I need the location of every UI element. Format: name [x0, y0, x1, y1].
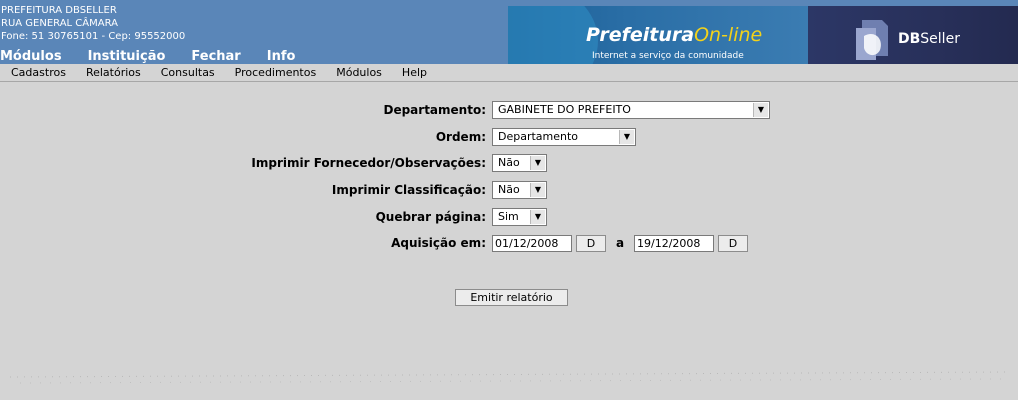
logo-db-rest: Seller	[920, 31, 960, 47]
prefeitura-online-banner: PrefeituraOn-line Internet a serviço da …	[508, 6, 808, 64]
ordem-value: Departamento	[498, 130, 579, 143]
row-imprimir-fornecedor: Imprimir Fornecedor/Observações: Não ▼	[0, 153, 547, 173]
decorative-dotted-line	[9, 371, 1011, 384]
emit-report-button[interactable]: Emitir relatório	[455, 288, 568, 306]
logo-tagline: Internet a serviço da comunidade	[592, 51, 744, 61]
menu-cadastros[interactable]: Cadastros	[11, 64, 66, 81]
logo-online-text: On-line	[694, 24, 763, 46]
row-emit: Emitir relatório	[455, 287, 568, 307]
logo-prefeitura-text: Prefeitura	[586, 24, 695, 46]
departamento-label: Departamento:	[383, 103, 486, 117]
menu-consultas[interactable]: Consultas	[161, 64, 215, 81]
imprimir-fornecedor-value: Não	[498, 156, 520, 169]
dbseller-banner: DBSeller	[808, 6, 1018, 64]
row-aquisicao: Aquisição em: 01/12/2008 D a 19/12/2008 …	[0, 233, 748, 253]
date-end-input[interactable]: 19/12/2008	[634, 234, 714, 252]
banner-swoosh	[508, 6, 598, 64]
row-departamento: Departamento: GABINETE DO PREFEITO ▼	[0, 100, 770, 120]
departamento-select[interactable]: GABINETE DO PREFEITO ▼	[492, 101, 770, 119]
sub-menu: Cadastros Relatórios Consultas Procedime…	[0, 64, 1018, 82]
top-menu-info[interactable]: Info	[267, 49, 296, 64]
app-header: PREFEITURA DBSELLER RUA GENERAL CÂMARA F…	[0, 0, 1018, 64]
quebrar-pagina-label: Quebrar página:	[375, 210, 486, 224]
menu-procedimentos[interactable]: Procedimentos	[235, 64, 317, 81]
prefeitura-online-logo: PrefeituraOn-line	[586, 24, 762, 46]
org-address: RUA GENERAL CÂMARA	[1, 18, 118, 29]
departamento-value: GABINETE DO PREFEITO	[498, 103, 631, 116]
org-contact: Fone: 51 30765101 - Cep: 95552000	[1, 31, 186, 42]
date-range-separator: a	[615, 236, 625, 250]
chevron-down-icon: ▼	[530, 156, 545, 170]
aquisicao-label: Aquisição em:	[391, 236, 486, 250]
ordem-label: Ordem:	[435, 130, 486, 144]
row-imprimir-classificacao: Imprimir Classificação: Não ▼	[0, 180, 547, 200]
top-menu-fechar[interactable]: Fechar	[191, 49, 240, 64]
chevron-down-icon: ▼	[753, 103, 768, 117]
date-start-input[interactable]: 01/12/2008	[492, 234, 572, 252]
quebrar-pagina-value: Sim	[498, 210, 519, 223]
row-ordem: Ordem: Departamento ▼	[0, 127, 636, 147]
imprimir-classificacao-value: Não	[498, 183, 520, 196]
chevron-down-icon: ▼	[530, 183, 545, 197]
date-end-picker-button[interactable]: D	[718, 234, 748, 252]
logo-db-bold: DB	[898, 31, 921, 47]
date-start-picker-button[interactable]: D	[576, 234, 606, 252]
ordem-select[interactable]: Departamento ▼	[492, 128, 636, 146]
org-name: PREFEITURA DBSELLER	[1, 5, 117, 16]
row-quebrar-pagina: Quebrar página: Sim ▼	[0, 207, 547, 227]
top-menu-modulos[interactable]: Módulos	[0, 49, 62, 64]
imprimir-classificacao-label: Imprimir Classificação:	[331, 183, 486, 197]
menu-help[interactable]: Help	[402, 64, 427, 81]
chevron-down-icon: ▼	[530, 210, 545, 224]
quebrar-pagina-select[interactable]: Sim ▼	[492, 208, 547, 226]
top-menu-instituicao[interactable]: Instituição	[88, 49, 166, 64]
dbseller-logo-text: DBSeller	[898, 31, 960, 47]
imprimir-fornecedor-select[interactable]: Não ▼	[492, 154, 547, 172]
menu-modulos[interactable]: Módulos	[336, 64, 382, 81]
imprimir-fornecedor-label: Imprimir Fornecedor/Observações:	[251, 156, 486, 170]
imprimir-classificacao-select[interactable]: Não ▼	[492, 181, 547, 199]
chevron-down-icon: ▼	[619, 130, 634, 144]
dbseller-logo-icon	[856, 20, 888, 60]
top-menu: Módulos Instituição Fechar Info	[0, 49, 321, 64]
menu-relatorios[interactable]: Relatórios	[86, 64, 141, 81]
